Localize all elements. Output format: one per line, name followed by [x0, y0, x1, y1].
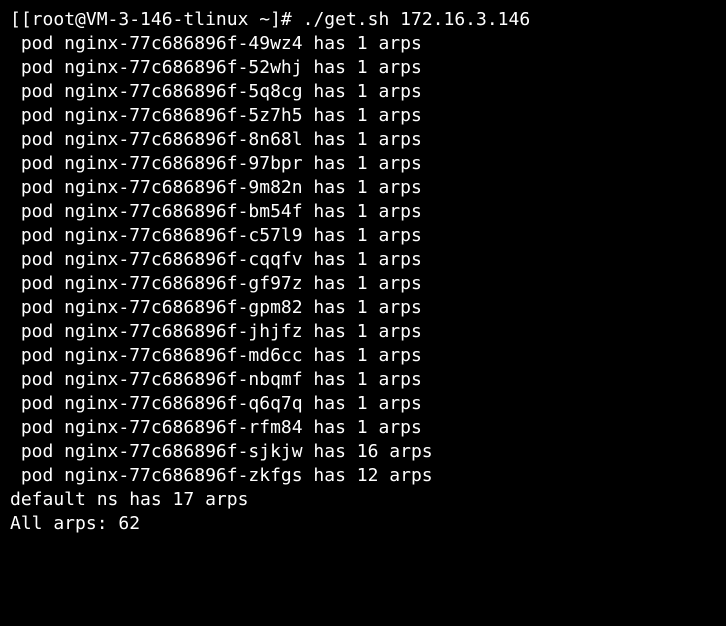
pod-line: pod nginx-77c686896f-9m82n has 1 arps: [10, 176, 716, 200]
pod-line: pod nginx-77c686896f-8n68l has 1 arps: [10, 128, 716, 152]
pod-line: pod nginx-77c686896f-rfm84 has 1 arps: [10, 416, 716, 440]
total-summary-line: All arps: 62: [10, 512, 716, 536]
pod-line: pod nginx-77c686896f-nbqmf has 1 arps: [10, 368, 716, 392]
command-text: ./get.sh 172.16.3.146: [303, 9, 531, 30]
pod-line: pod nginx-77c686896f-cqqfv has 1 arps: [10, 248, 716, 272]
terminal-prompt-line: [[root@VM-3-146-tlinux ~]# ./get.sh 172.…: [10, 8, 716, 32]
pod-line: pod nginx-77c686896f-c57l9 has 1 arps: [10, 224, 716, 248]
pod-line: pod nginx-77c686896f-md6cc has 1 arps: [10, 344, 716, 368]
pod-line: pod nginx-77c686896f-97bpr has 1 arps: [10, 152, 716, 176]
prompt-text: [root@VM-3-146-tlinux ~]#: [21, 9, 303, 30]
pod-output-lines: pod nginx-77c686896f-49wz4 has 1 arps po…: [10, 32, 716, 488]
pod-line: pod nginx-77c686896f-sjkjw has 16 arps: [10, 440, 716, 464]
pod-line: pod nginx-77c686896f-q6q7q has 1 arps: [10, 392, 716, 416]
pod-line: pod nginx-77c686896f-jhjfz has 1 arps: [10, 320, 716, 344]
pod-line: pod nginx-77c686896f-gpm82 has 1 arps: [10, 296, 716, 320]
pod-line: pod nginx-77c686896f-gf97z has 1 arps: [10, 272, 716, 296]
pod-line: pod nginx-77c686896f-5q8cg has 1 arps: [10, 80, 716, 104]
pod-line: pod nginx-77c686896f-bm54f has 1 arps: [10, 200, 716, 224]
prompt-prefix: [: [10, 9, 21, 30]
pod-line: pod nginx-77c686896f-49wz4 has 1 arps: [10, 32, 716, 56]
pod-line: pod nginx-77c686896f-5z7h5 has 1 arps: [10, 104, 716, 128]
namespace-summary-line: default ns has 17 arps: [10, 488, 716, 512]
pod-line: pod nginx-77c686896f-zkfgs has 12 arps: [10, 464, 716, 488]
pod-line: pod nginx-77c686896f-52whj has 1 arps: [10, 56, 716, 80]
